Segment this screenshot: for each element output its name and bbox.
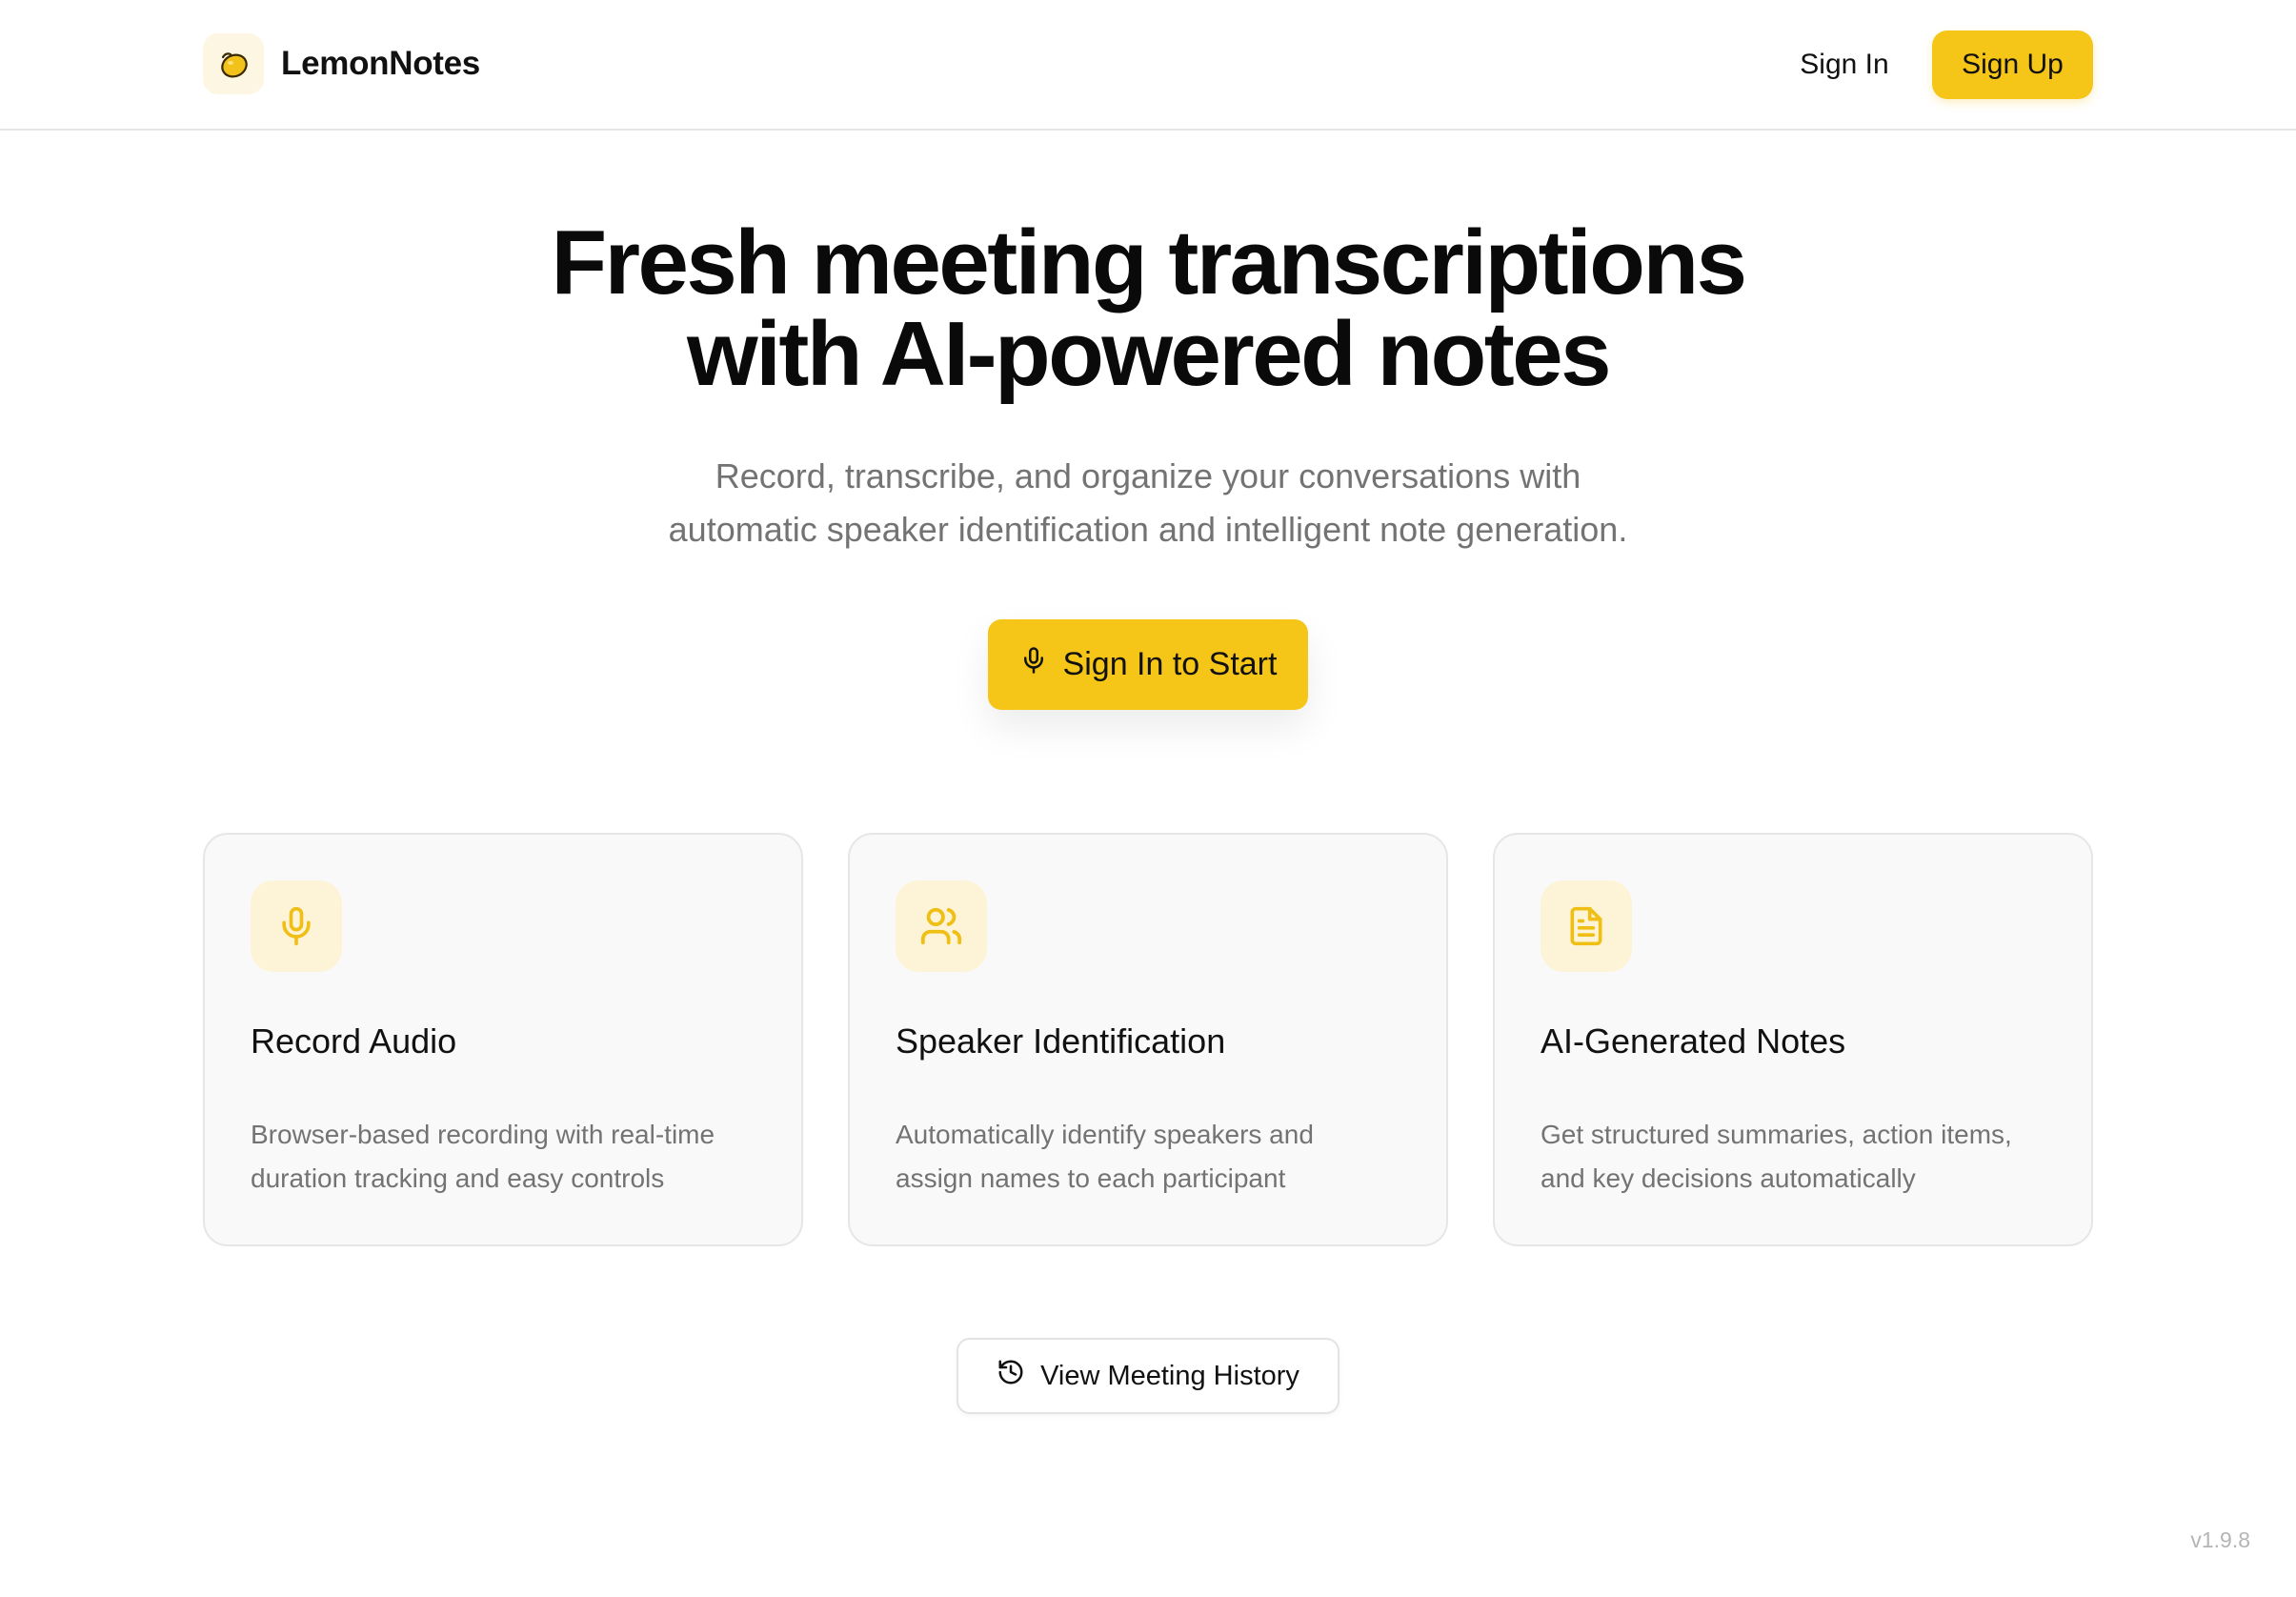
- document-icon: [1541, 880, 1632, 972]
- feature-description-line-1: Automatically identify speakers and: [896, 1120, 1314, 1149]
- history-icon: [997, 1358, 1025, 1394]
- top-navbar: LemonNotes Sign In Sign Up: [0, 0, 2296, 131]
- version-label: v1.9.8: [2190, 1527, 2250, 1552]
- microphone-icon: [251, 880, 342, 972]
- history-label: View Meeting History: [1040, 1360, 1299, 1391]
- hero-subtitle-line-1: Record, transcribe, and organize your co…: [715, 456, 1581, 495]
- lemon-logo-icon: [203, 33, 264, 94]
- microphone-icon: [1019, 646, 1048, 683]
- cta-label: Sign In to Start: [1062, 646, 1278, 682]
- hero-subtitle: Record, transcribe, and organize your co…: [0, 450, 2296, 556]
- hero-subtitle-line-2: automatic speaker identification and int…: [668, 510, 1628, 549]
- feature-description-line-2: duration tracking and easy controls: [251, 1163, 665, 1193]
- hero-title-line-2: with AI-powered notes: [687, 303, 1611, 405]
- feature-card-record-audio: Record Audio Browser-based recording wit…: [203, 833, 803, 1246]
- view-meeting-history-button[interactable]: View Meeting History: [957, 1338, 1339, 1414]
- brand[interactable]: LemonNotes: [203, 33, 480, 94]
- hero-title: Fresh meeting transcriptions with AI-pow…: [0, 217, 2296, 400]
- feature-description: Get structured summaries, action items, …: [1541, 1113, 2074, 1201]
- hero-title-line-1: Fresh meeting transcriptions: [551, 212, 1747, 313]
- feature-title: Record Audio: [251, 1021, 457, 1061]
- feature-title: Speaker Identification: [896, 1021, 1226, 1061]
- sign-in-to-start-button[interactable]: Sign In to Start: [988, 619, 1308, 710]
- sign-in-button[interactable]: Sign In: [1774, 30, 1915, 99]
- users-icon: [896, 880, 987, 972]
- feature-description: Browser-based recording with real-time d…: [251, 1113, 784, 1201]
- feature-card-ai-generated-notes: AI-Generated Notes Get structured summar…: [1493, 833, 2093, 1246]
- brand-name: LemonNotes: [281, 45, 480, 82]
- feature-description: Automatically identify speakers and assi…: [896, 1113, 1429, 1201]
- feature-description-line-1: Browser-based recording with real-time: [251, 1120, 715, 1149]
- feature-description-line-2: and key decisions automatically: [1541, 1163, 1916, 1193]
- feature-card-speaker-identification: Speaker Identification Automatically ide…: [848, 833, 1448, 1246]
- sign-up-button[interactable]: Sign Up: [1932, 30, 2093, 99]
- feature-description-line-2: assign names to each participant: [896, 1163, 1286, 1193]
- feature-title: AI-Generated Notes: [1541, 1021, 1846, 1061]
- feature-description-line-1: Get structured summaries, action items,: [1541, 1120, 2012, 1149]
